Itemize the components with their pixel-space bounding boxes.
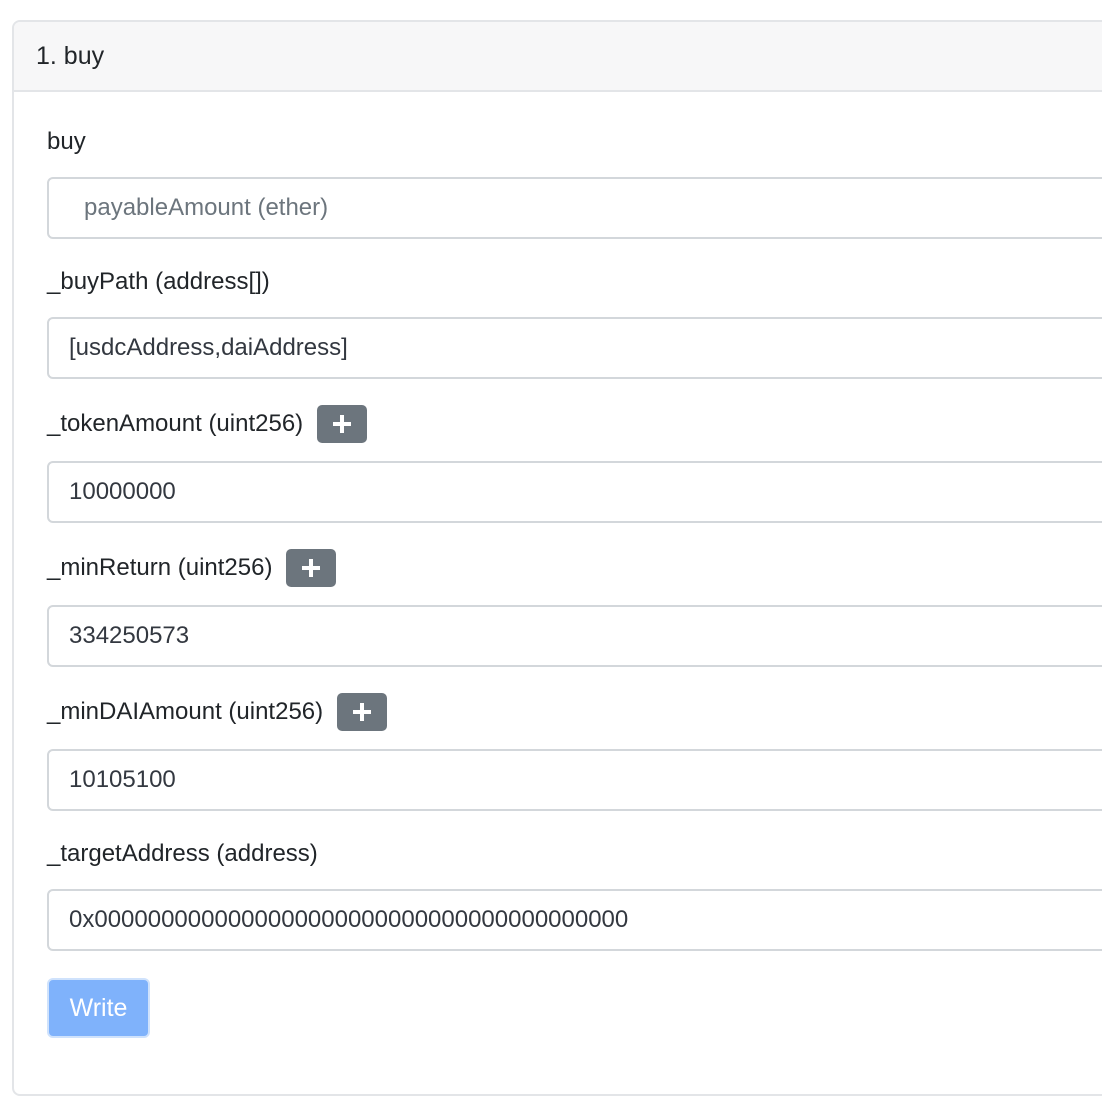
min-return-label: _minReturn (uint256) (47, 554, 273, 581)
min-return-plus-button[interactable] (286, 549, 337, 587)
target-address-label: _targetAddress (address) (47, 840, 318, 867)
payable-amount-input[interactable] (47, 177, 1102, 239)
payable-label: buy (47, 128, 86, 155)
target-address-label-row: _targetAddress (address) (47, 840, 318, 868)
plus-icon (333, 415, 352, 433)
token-amount-label: _tokenAmount (uint256) (47, 410, 304, 437)
plus-icon (353, 703, 372, 721)
function-title: 1. buy (36, 41, 105, 70)
payable-label-row: buy (47, 128, 86, 156)
min-dai-amount-input[interactable] (47, 749, 1102, 811)
min-return-input[interactable] (47, 605, 1102, 667)
min-return-label-row: _minReturn (uint256) (47, 549, 337, 587)
buy-path-label-row: _buyPath (address[]) (47, 268, 270, 296)
write-button-label: Write (69, 993, 128, 1022)
buy-path-label: _buyPath (address[]) (47, 268, 270, 295)
target-address-input[interactable] (47, 889, 1102, 951)
min-dai-amount-plus-button[interactable] (337, 693, 388, 731)
token-amount-plus-button[interactable] (317, 405, 368, 443)
token-amount-label-row: _tokenAmount (uint256) (47, 405, 368, 443)
min-dai-amount-label: _minDAIAmount (uint256) (47, 698, 324, 725)
token-amount-input[interactable] (47, 461, 1102, 523)
function-card: 1. buy buy _buyPath (address[]) _tokenAm… (12, 20, 1102, 1096)
min-dai-amount-label-row: _minDAIAmount (uint256) (47, 693, 388, 731)
buy-path-input[interactable] (47, 317, 1102, 379)
write-button[interactable]: Write (47, 978, 150, 1038)
function-card-header[interactable]: 1. buy (14, 22, 1102, 92)
plus-icon (302, 559, 321, 577)
